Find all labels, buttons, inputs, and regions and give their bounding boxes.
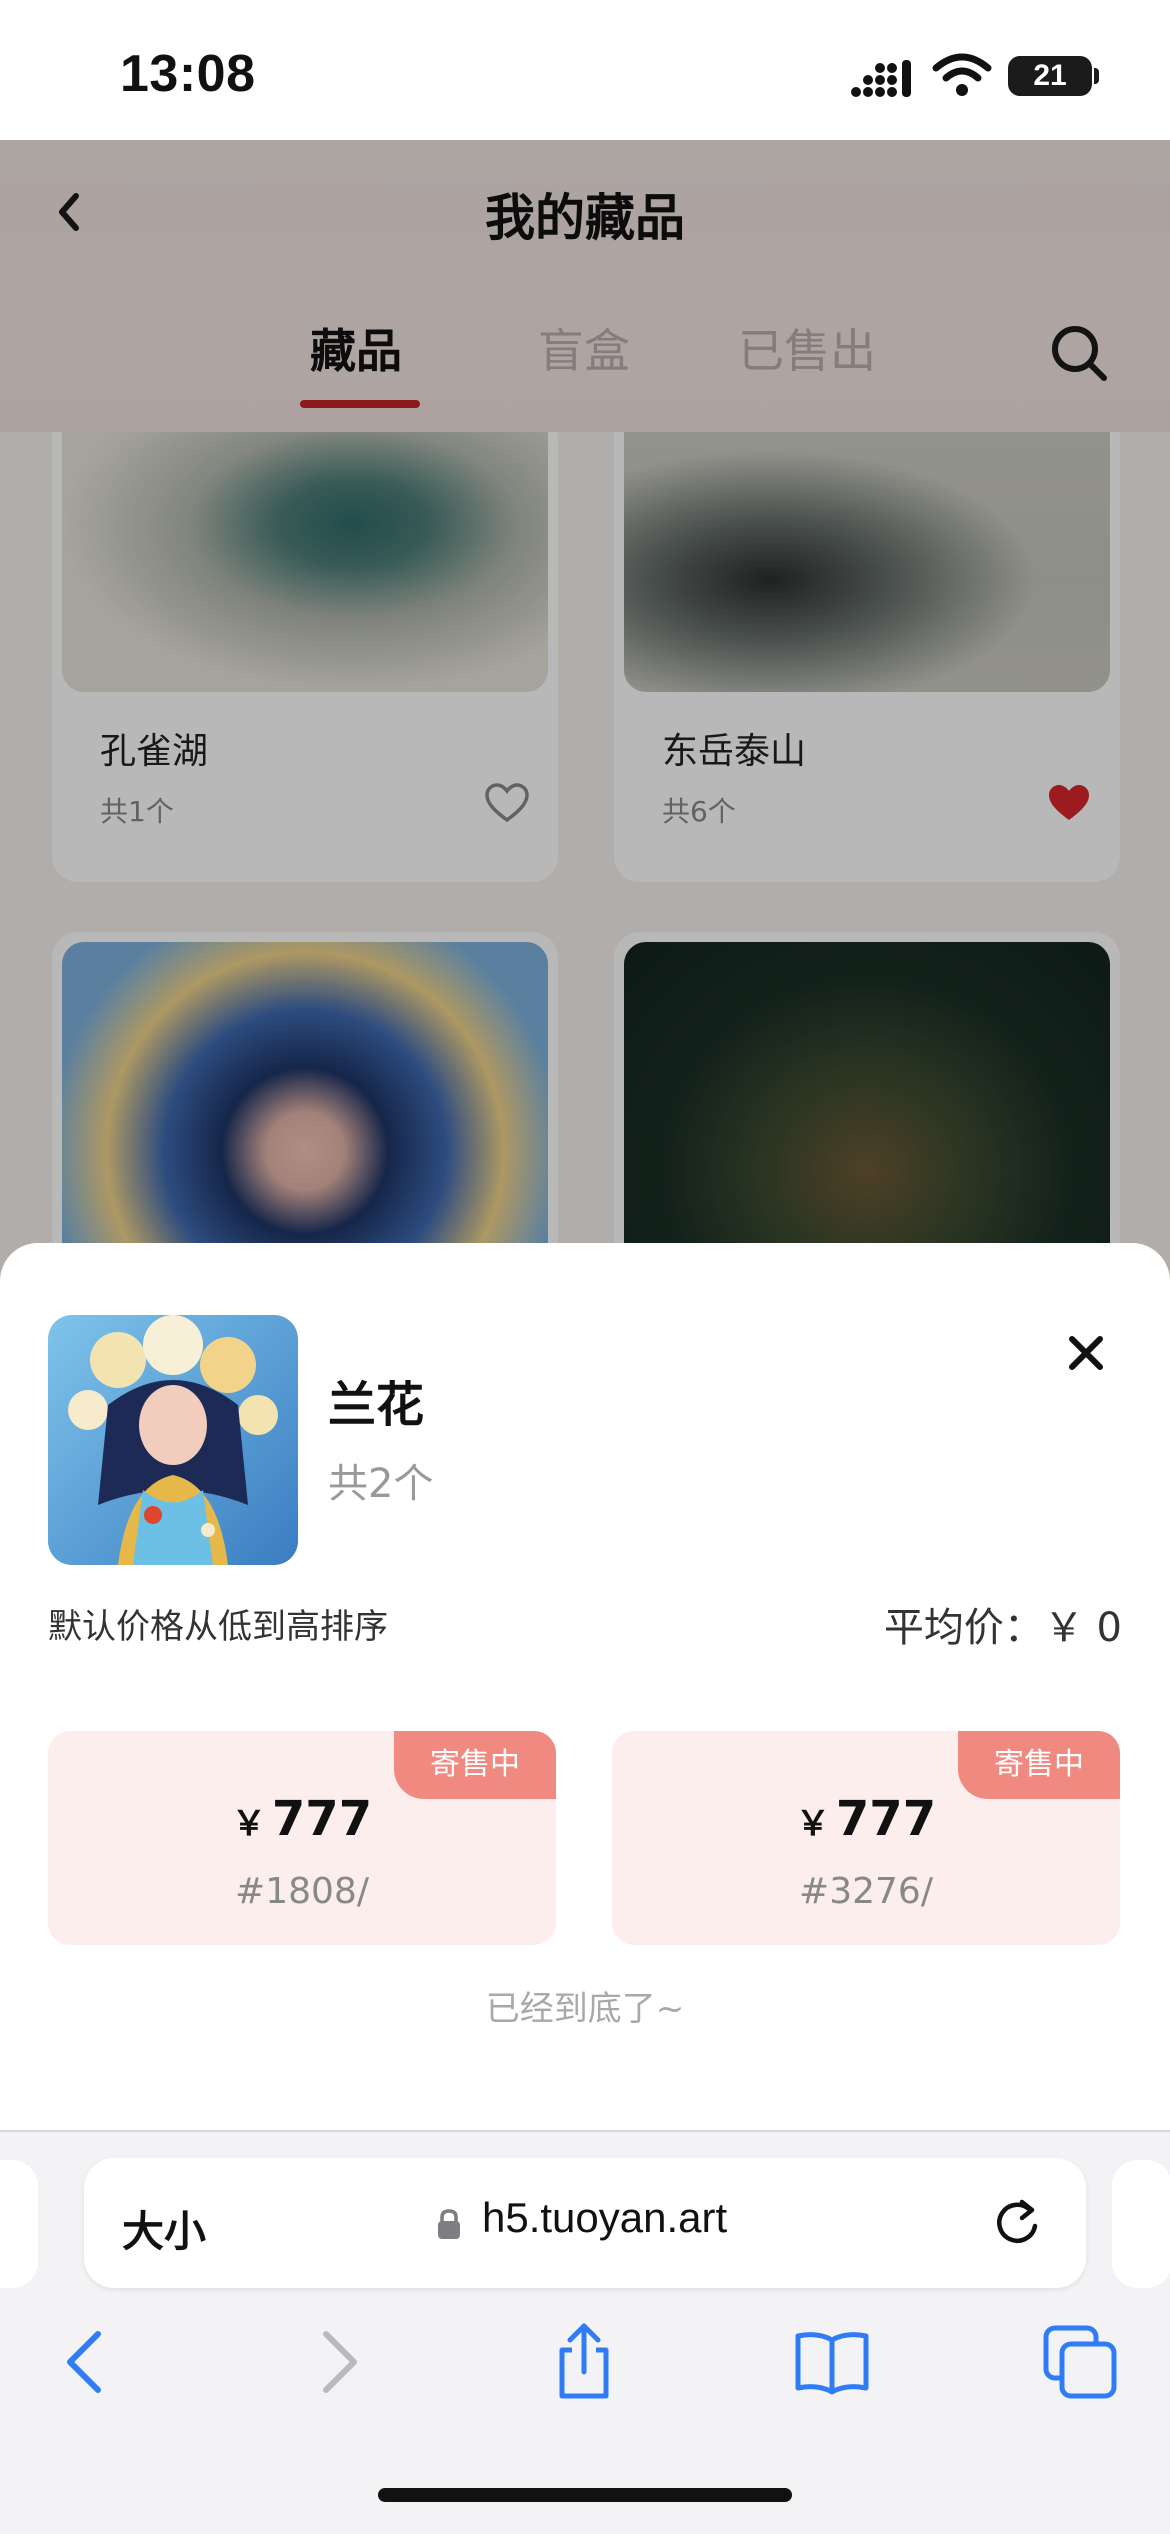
close-icon[interactable] [1062,1329,1110,1377]
previous-tab-peek[interactable] [0,2160,38,2288]
battery-indicator: 21 [1008,56,1092,96]
cellular-signal-icon [851,60,911,97]
address-bar[interactable]: 大小 h5.tuoyan.art [84,2158,1086,2288]
item-thumbnail [48,1315,298,1565]
currency-symbol: ￥ [231,1804,266,1844]
average-price-value: 0 [1096,1605,1122,1651]
item-name: 兰花 [328,1377,425,1433]
currency-symbol: ￥ [795,1804,830,1844]
listing-card[interactable]: 寄售中 ￥ 777 #3276/ [612,1731,1120,1945]
text-size-button[interactable]: 大小 [122,2198,206,2259]
listing-serial: #3276/ [799,1871,933,1912]
orchid-girl-thumbnail-image [48,1315,298,1565]
listing-serial: #1808/ [235,1871,369,1912]
status-badge: 寄售中 [394,1731,556,1799]
home-indicator [378,2488,792,2502]
listing-price: ￥ 777 [612,1791,1120,1847]
forward-arrow-icon[interactable] [298,2322,378,2402]
reload-icon[interactable] [990,2196,1044,2250]
price-value: 777 [835,1791,937,1847]
average-price-label: 平均价：￥ [883,1605,1084,1651]
wifi-icon [932,53,992,96]
lock-icon [438,2209,460,2239]
battery-nub [1094,68,1099,84]
tabs-icon[interactable] [1040,2322,1120,2402]
average-price: 平均价：￥ 0 [884,1595,1122,1653]
item-detail-sheet: 兰花 共2个 默认价格从低到高排序 平均价：￥ 0 寄售中 ￥ 777 #1808… [0,1243,1170,2133]
browser-toolbar: 大小 h5.tuoyan.art [0,2130,1170,2534]
end-of-list-note: 已经到底了~ [485,1989,685,2029]
sort-note: 默认价格从低到高排序 [48,1607,388,1647]
price-value: 777 [271,1791,373,1847]
listing-card[interactable]: 寄售中 ￥ 777 #1808/ [48,1731,556,1945]
url-text[interactable]: h5.tuoyan.art [482,2194,727,2242]
next-tab-peek[interactable] [1112,2160,1170,2288]
back-arrow-icon[interactable] [46,2322,126,2402]
status-time: 13:08 [120,45,256,103]
item-count: 共2个 [328,1461,434,1507]
status-bar: 13:08 21 [0,0,1170,140]
bookmarks-icon[interactable] [792,2322,872,2402]
status-badge: 寄售中 [958,1731,1120,1799]
share-icon[interactable] [544,2322,624,2402]
listing-price: ￥ 777 [48,1791,556,1847]
